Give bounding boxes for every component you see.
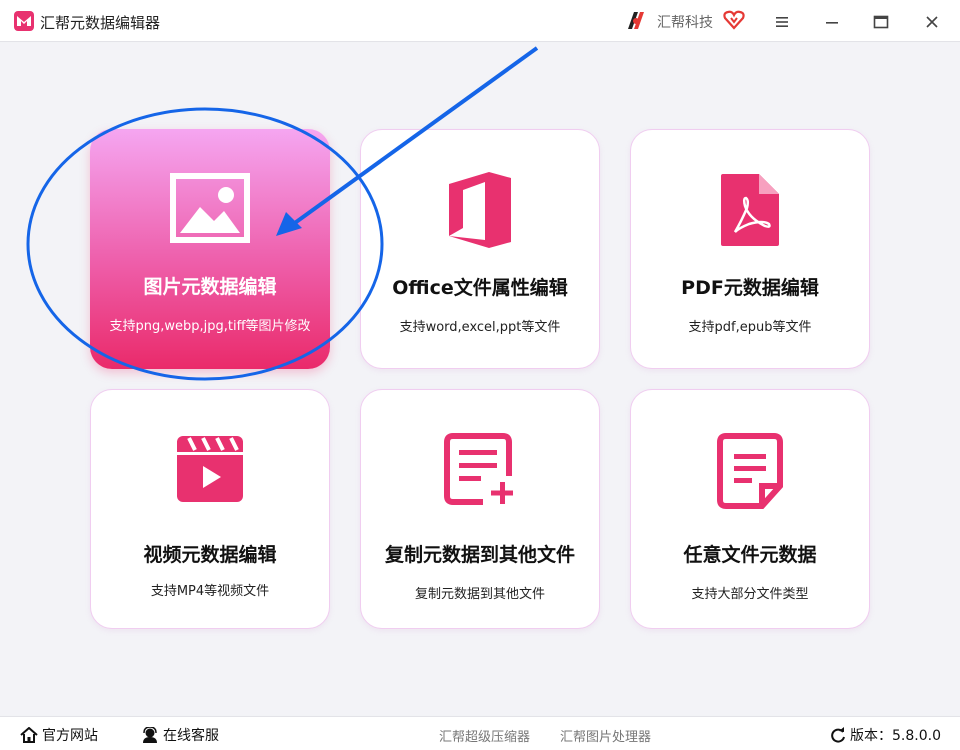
card-title: PDF元数据编辑: [681, 277, 819, 299]
image-icon: [170, 173, 250, 243]
card-desc: 支持pdf,epub等文件: [688, 320, 812, 335]
home-icon: [20, 727, 38, 743]
card-any-file-metadata[interactable]: 任意文件元数据 支持大部分文件类型: [630, 389, 870, 629]
menu-icon[interactable]: [768, 8, 796, 36]
card-copy-metadata[interactable]: 复制元数据到其他文件 复制元数据到其他文件: [360, 389, 600, 629]
card-title: 图片元数据编辑: [143, 276, 277, 298]
card-title: 复制元数据到其他文件: [384, 544, 575, 566]
heart-icon[interactable]: [723, 10, 745, 30]
close-icon[interactable]: [918, 8, 946, 36]
video-icon: [177, 436, 243, 502]
image-processor-link[interactable]: 汇帮图片处理器: [560, 726, 651, 745]
maximize-icon[interactable]: [867, 8, 895, 36]
copy-doc-icon: [444, 433, 513, 505]
card-desc: 支持word,excel,ppt等文件: [399, 320, 561, 335]
support-agent-icon: [143, 727, 157, 743]
office-icon: [449, 172, 511, 248]
refresh-icon: [831, 727, 845, 743]
pdf-icon: [721, 174, 779, 246]
brand-name: 汇帮科技: [657, 15, 713, 31]
version-info[interactable]: 版本：5.8.0.0: [830, 725, 941, 745]
app-title: 汇帮元数据编辑器: [40, 14, 161, 32]
minimize-icon[interactable]: [818, 8, 846, 36]
card-title: 视频元数据编辑: [143, 544, 277, 566]
card-desc: 支持png,webp,jpg,tiff等图片修改: [109, 319, 311, 334]
card-office-properties[interactable]: Office文件属性编辑 支持word,excel,ppt等文件: [360, 129, 600, 369]
super-compressor-link[interactable]: 汇帮超级压缩器: [439, 726, 530, 745]
official-website-link[interactable]: 官方网站: [20, 725, 98, 745]
main-area: 图片元数据编辑 支持png,webp,jpg,tiff等图片修改 Office文…: [0, 43, 960, 715]
online-support-label: 在线客服: [163, 728, 219, 744]
online-support-link[interactable]: 在线客服: [141, 725, 219, 745]
version-label: 版本：5.8.0.0: [850, 728, 941, 744]
status-bar: 官方网站 在线客服 汇帮超级压缩器 汇帮图片处理器 版本：5.8.0.0: [0, 716, 960, 750]
title-bar: 汇帮元数据编辑器 汇帮科技: [0, 0, 960, 42]
card-desc: 复制元数据到其他文件: [414, 587, 545, 602]
card-title: Office文件属性编辑: [392, 277, 568, 299]
card-desc: 支持大部分文件类型: [691, 587, 809, 602]
brand-logo-icon: [628, 12, 644, 29]
card-title: 任意文件元数据: [683, 544, 817, 566]
card-video-metadata[interactable]: 视频元数据编辑 支持MP4等视频文件: [90, 389, 330, 629]
official-website-label: 官方网站: [42, 728, 98, 744]
app-logo-icon: [14, 11, 34, 31]
card-image-metadata[interactable]: 图片元数据编辑 支持png,webp,jpg,tiff等图片修改: [90, 129, 330, 369]
document-icon: [717, 433, 783, 509]
card-desc: 支持MP4等视频文件: [150, 584, 270, 599]
card-pdf-metadata[interactable]: PDF元数据编辑 支持pdf,epub等文件: [630, 129, 870, 369]
